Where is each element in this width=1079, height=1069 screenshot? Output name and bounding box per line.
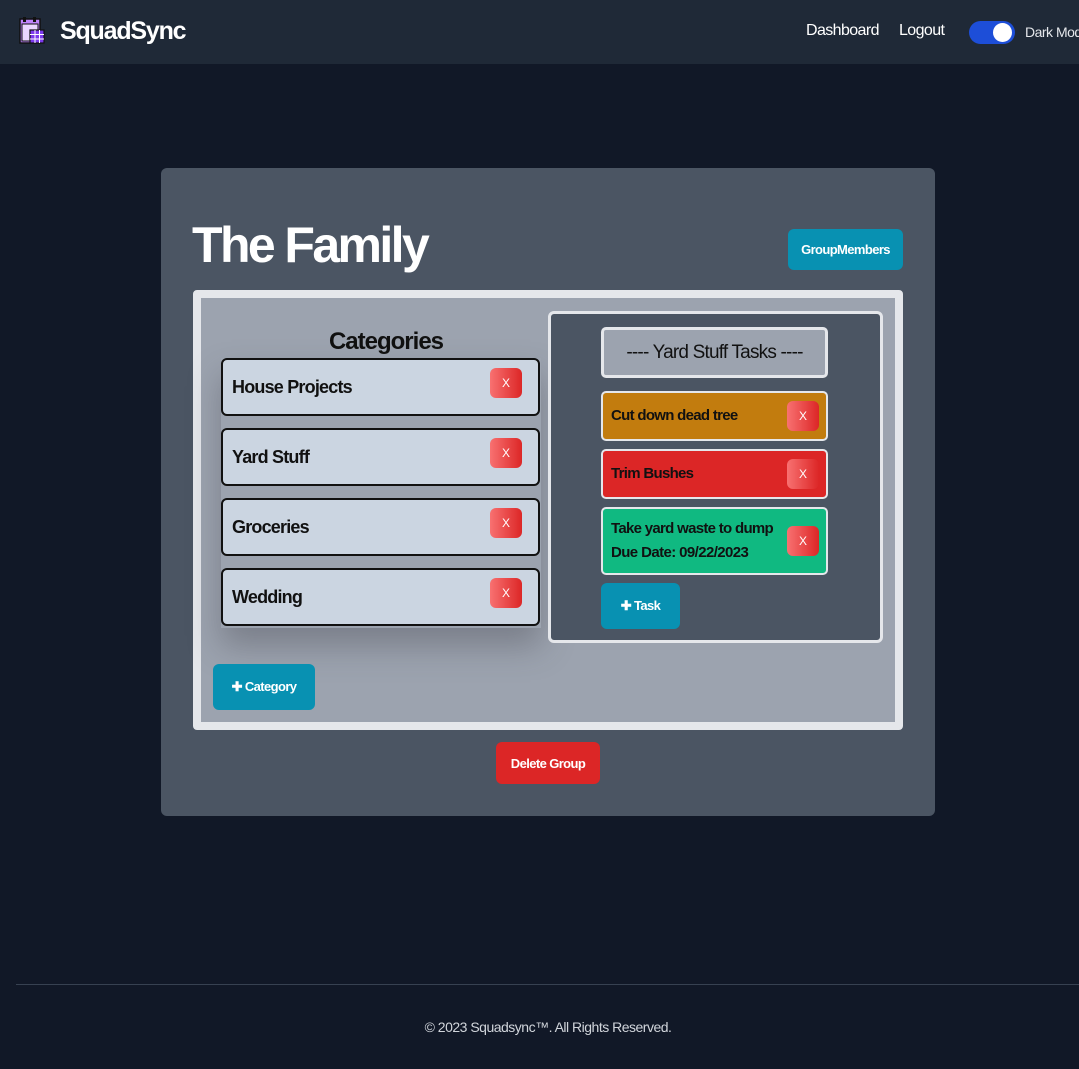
footer-divider [16, 984, 1079, 985]
nav-link-dashboard[interactable]: Dashboard [806, 22, 879, 40]
footer-copyright: © 2023 Squadsync™. All Rights Reserved. [424, 1019, 672, 1035]
task-due-date: Due Date: 09/22/2023 [611, 544, 749, 561]
delete-category-button[interactable]: X [490, 508, 522, 538]
task-item[interactable]: Cut down dead tree X [601, 391, 828, 441]
category-list: House Projects X Yard Stuff X Groceries … [221, 358, 541, 628]
brand-name[interactable]: SquadSync [60, 17, 187, 46]
delete-group-button[interactable]: Delete Group [496, 742, 600, 784]
delete-category-button[interactable]: X [490, 438, 522, 468]
group-members-button[interactable]: GroupMembers [788, 229, 903, 270]
dark-mode-label: Dark Mode [1025, 24, 1079, 40]
navbar: SquadSync Dashboard Logout Dark Mode [0, 0, 1079, 64]
category-label: Wedding [232, 587, 303, 607]
task-label: Trim Bushes [611, 465, 694, 482]
calendar-logo-icon[interactable] [17, 16, 47, 46]
category-label: House Projects [232, 377, 353, 397]
tasks-heading: ---- Yard Stuff Tasks ---- [601, 327, 828, 378]
toggle-knob [993, 23, 1012, 42]
task-label: Cut down dead tree [611, 407, 738, 424]
group-panel: The Family GroupMembers Categories House… [161, 168, 935, 816]
category-item-yard-stuff[interactable]: Yard Stuff X [221, 428, 540, 486]
tasks-panel: ---- Yard Stuff Tasks ---- Cut down dead… [548, 311, 883, 643]
task-label: Take yard waste to dump [611, 520, 774, 537]
delete-task-button[interactable]: X [787, 401, 819, 431]
category-item-house-projects[interactable]: House Projects X [221, 358, 540, 416]
delete-task-button[interactable]: X [787, 526, 819, 556]
delete-category-button[interactable]: X [490, 578, 522, 608]
add-category-button[interactable]: ✚ Category [213, 664, 315, 710]
dark-mode-toggle[interactable] [969, 21, 1015, 44]
task-item[interactable]: Trim Bushes X [601, 449, 828, 499]
categories-heading: Categories [328, 328, 444, 355]
category-item-wedding[interactable]: Wedding X [221, 568, 540, 626]
delete-task-button[interactable]: X [787, 459, 819, 489]
add-task-button[interactable]: ✚ Task [601, 583, 680, 629]
category-label: Yard Stuff [232, 447, 310, 467]
nav-link-logout[interactable]: Logout [899, 22, 945, 40]
category-label: Groceries [232, 517, 310, 537]
category-board: Categories House Projects X Yard Stuff X… [193, 290, 903, 730]
group-title: The Family [192, 217, 430, 273]
category-item-groceries[interactable]: Groceries X [221, 498, 540, 556]
task-item[interactable]: Take yard waste to dump Due Date: 09/22/… [601, 507, 828, 575]
delete-category-button[interactable]: X [490, 368, 522, 398]
